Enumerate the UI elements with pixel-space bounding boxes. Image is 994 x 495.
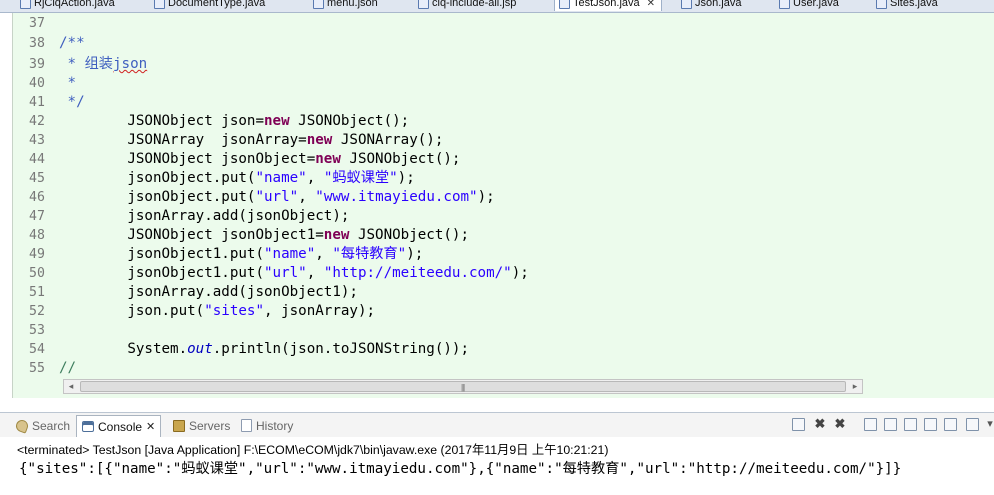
scroll-left-icon[interactable]: ◂ xyxy=(64,380,78,393)
console-icon xyxy=(82,421,94,432)
word-wrap-icon[interactable] xyxy=(904,418,917,431)
java-file-icon xyxy=(876,0,887,9)
clear-console-icon[interactable] xyxy=(864,418,877,431)
jsp-file-icon xyxy=(418,0,429,9)
scroll-lock-icon[interactable] xyxy=(884,418,897,431)
pin-console-icon[interactable] xyxy=(966,418,979,431)
tab-servers[interactable]: Servers xyxy=(173,417,230,434)
code-editor[interactable]: 37 38/** 39 * 组装json 40 * 41 */ 42 JSONO… xyxy=(12,13,994,398)
java-file-icon xyxy=(681,0,692,9)
scrollbar-grip: ||| xyxy=(461,383,465,392)
tab-user-java[interactable]: User.java xyxy=(779,0,839,11)
show-console-on-error-icon[interactable] xyxy=(944,418,957,431)
tab-menu-json[interactable]: menu.json xyxy=(313,0,378,11)
console-output: {"sites":[{"name":"蚂蚁课堂","url":"www.itma… xyxy=(19,461,902,477)
spelling-warning: json xyxy=(113,56,148,72)
java-file-icon xyxy=(559,0,570,9)
horizontal-scrollbar[interactable]: ◂ ||| ▸ xyxy=(63,379,863,394)
tab-testjson[interactable]: TestJson.java ✕ xyxy=(554,0,663,11)
tab-sites-java[interactable]: Sites.java xyxy=(876,0,938,11)
scrollbar-thumb[interactable]: ||| xyxy=(80,381,846,392)
tab-json-java[interactable]: Json.java xyxy=(681,0,741,11)
json-file-icon xyxy=(313,0,324,9)
tab-documenttype[interactable]: DocumentType.java xyxy=(154,0,265,11)
editor-tab-strip: RjCiqAction.java DocumentType.java menu.… xyxy=(0,0,994,13)
tab-console[interactable]: Console ✕ xyxy=(76,415,162,437)
tab-search[interactable]: Search xyxy=(14,417,70,434)
java-file-icon xyxy=(154,0,165,9)
show-console-on-output-icon[interactable] xyxy=(924,418,937,431)
tab-ciq-include-all[interactable]: ciq-include-all.jsp xyxy=(418,0,516,11)
display-console-icon[interactable]: ▾ xyxy=(982,416,994,432)
java-file-icon xyxy=(20,0,31,9)
tab-rjciqaction[interactable]: RjCiqAction.java xyxy=(20,0,115,11)
history-icon xyxy=(241,419,252,432)
servers-icon xyxy=(173,419,185,432)
remove-launch-icon[interactable]: ✖ xyxy=(812,416,828,432)
terminate-icon[interactable] xyxy=(792,418,805,431)
scroll-right-icon[interactable]: ▸ xyxy=(848,380,862,393)
close-icon[interactable]: ✕ xyxy=(647,0,655,9)
console-output-area[interactable]: <terminated> TestJson [Java Application]… xyxy=(0,437,994,495)
close-icon[interactable]: ✕ xyxy=(146,420,155,433)
console-toolbar: ✖ ✖ ▾ xyxy=(790,414,994,434)
remove-all-terminated-icon[interactable]: ✖ xyxy=(832,416,848,432)
java-file-icon xyxy=(779,0,790,9)
search-icon xyxy=(14,417,30,434)
console-status: <terminated> TestJson [Java Application]… xyxy=(17,443,609,457)
tab-history[interactable]: History xyxy=(241,417,293,434)
